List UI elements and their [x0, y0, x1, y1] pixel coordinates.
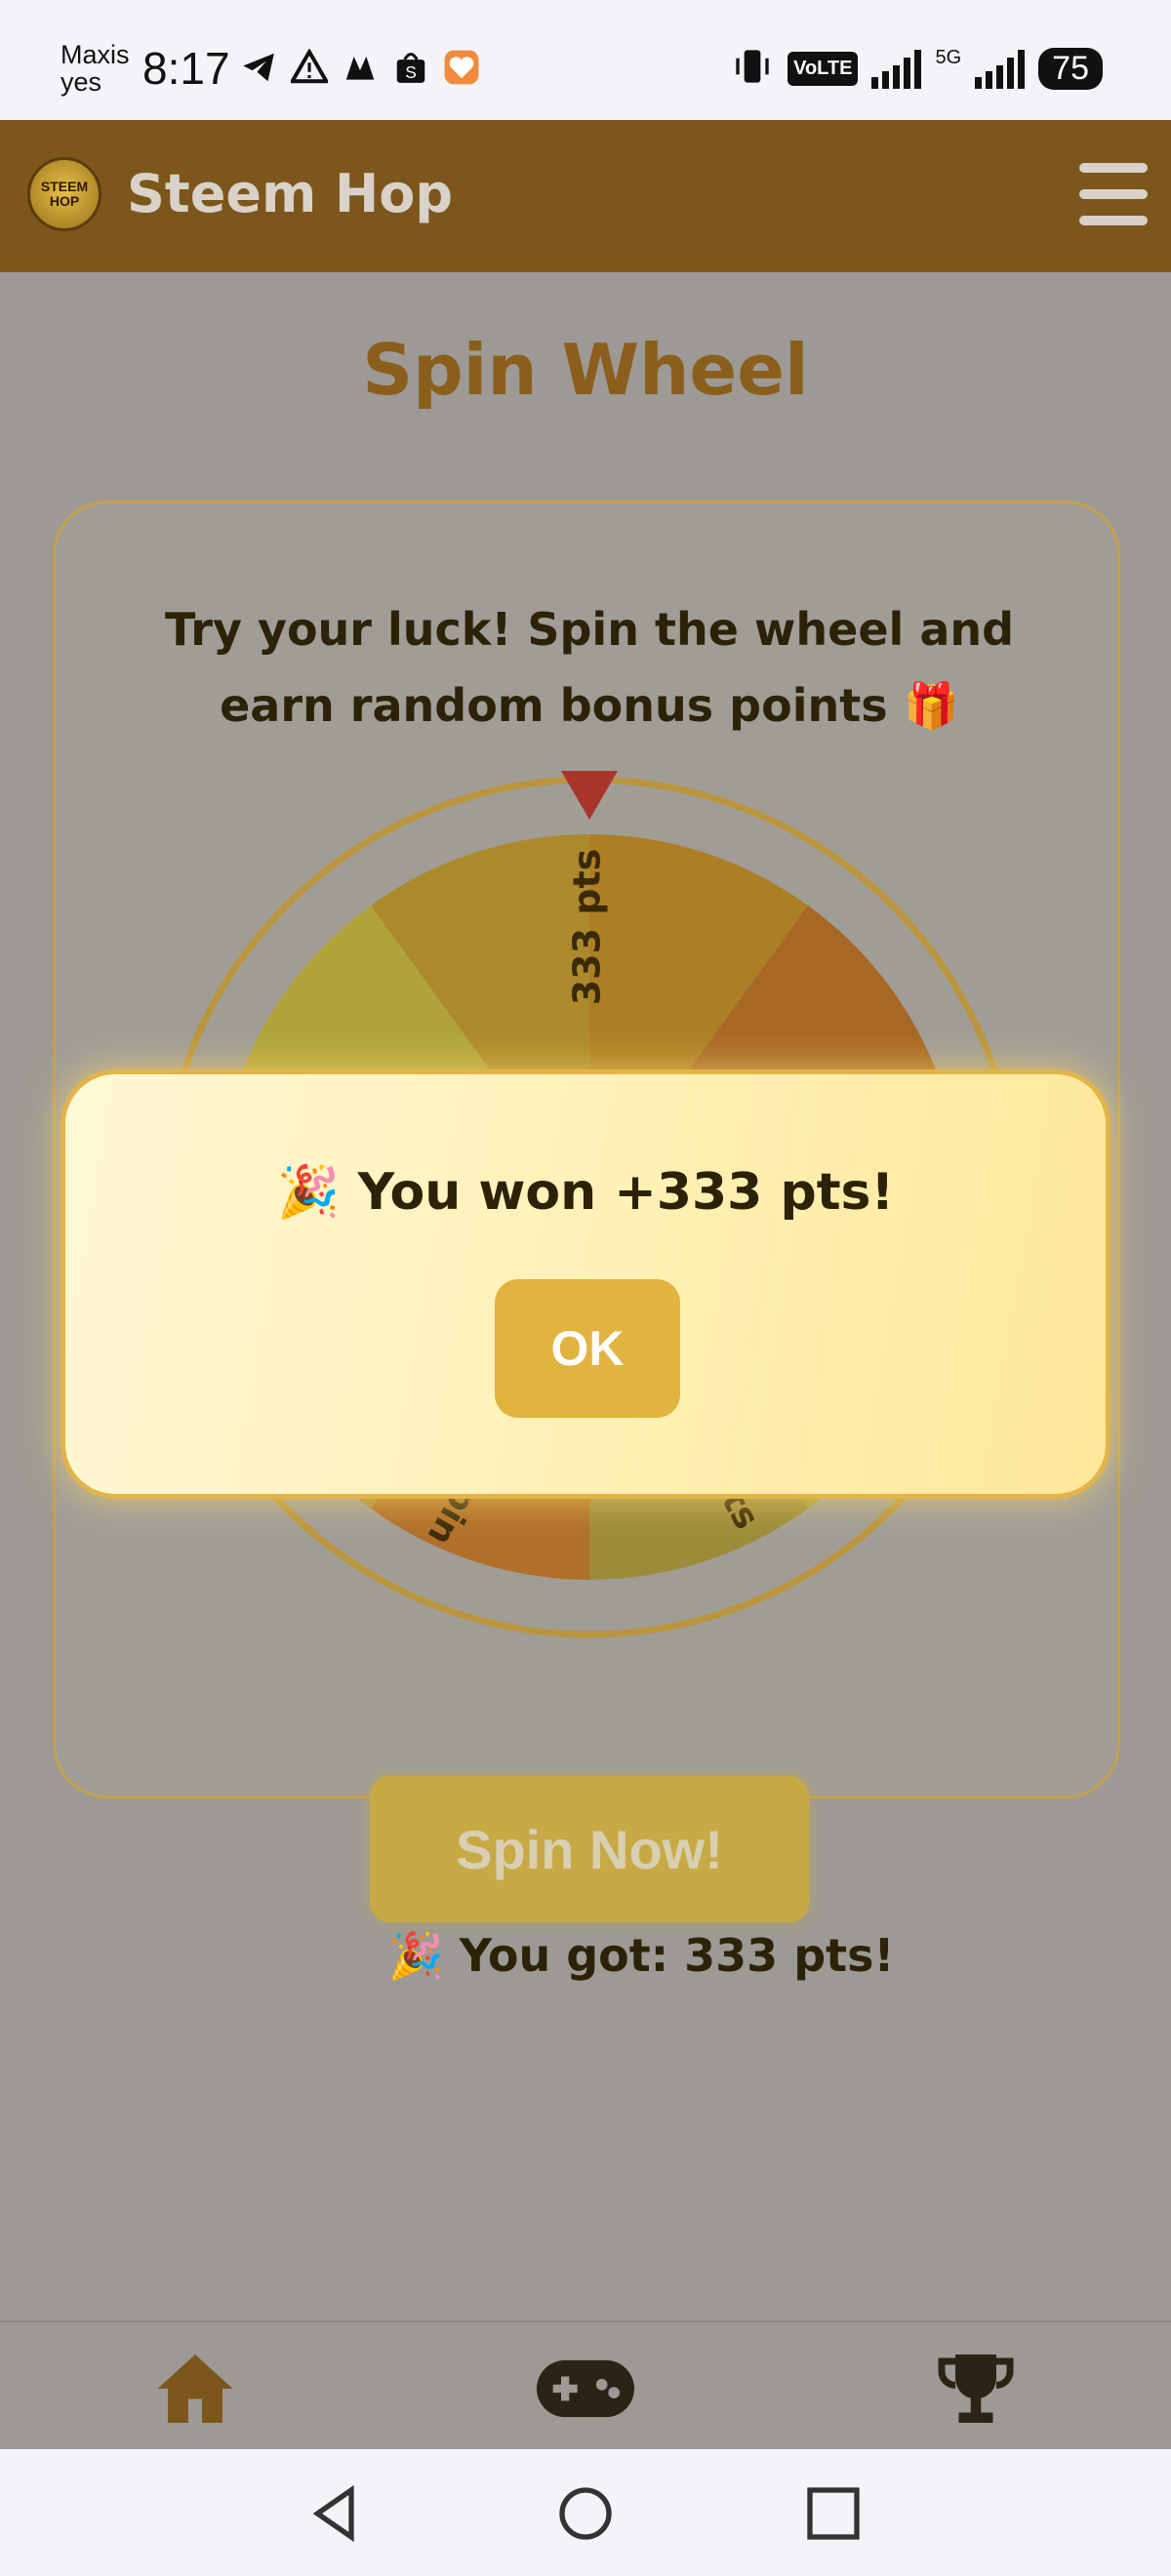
- carrier-line-2: yes: [61, 67, 102, 97]
- carrier-name: Maxis yes: [61, 41, 130, 96]
- trophy-icon[interactable]: [927, 2348, 1025, 2430]
- home-circle-icon[interactable]: [554, 2482, 617, 2545]
- battery-indicator: 75: [1038, 48, 1103, 90]
- network-type: 5G: [935, 47, 962, 68]
- notification-icons: S: [240, 48, 480, 86]
- svg-text:S: S: [405, 62, 417, 82]
- volte-badge: VoLTE: [787, 52, 859, 86]
- ok-button[interactable]: OK: [495, 1279, 680, 1418]
- wheel-pointer: [561, 771, 618, 820]
- card-description: Try your luck! Spin the wheel and earn r…: [164, 603, 1015, 732]
- system-status-icons: VoLTE 5G 75: [731, 47, 1103, 91]
- vibrate-icon: [731, 47, 774, 91]
- hamburger-menu-icon[interactable]: [1079, 163, 1148, 225]
- win-modal: 🎉 You won +333 pts! OK: [61, 1069, 1110, 1499]
- page-title: Spin Wheel: [362, 329, 809, 411]
- telegram-icon: [240, 49, 277, 86]
- app-icon: [342, 49, 379, 86]
- recents-square-icon[interactable]: [802, 2482, 865, 2545]
- app-logo[interactable]: STEEM HOP: [27, 157, 101, 231]
- wheel-label-top: 333 pts: [566, 849, 609, 1006]
- bottom-navigation: [0, 2320, 1171, 2449]
- spin-result-text: 🎉 You got: 333 pts!: [387, 1929, 895, 1982]
- app-header: STEEM HOP Steem Hop: [0, 120, 1171, 272]
- signal-icon: [871, 49, 922, 89]
- back-icon[interactable]: [304, 2482, 367, 2545]
- home-icon[interactable]: [146, 2348, 244, 2430]
- win-message: 🎉 You won +333 pts!: [276, 1163, 895, 1222]
- status-bar: Maxis yes 8:17 S VoLTE 5G 75: [0, 0, 1171, 120]
- shopee-icon: S: [392, 49, 429, 86]
- gamepad-icon[interactable]: [537, 2348, 634, 2430]
- signal-5g-icon: [975, 49, 1026, 89]
- heart-app-icon: [443, 49, 480, 86]
- app-title: Steem Hop: [127, 163, 453, 224]
- carrier-line-1: Maxis: [61, 40, 130, 69]
- spin-now-button[interactable]: Spin Now!: [370, 1776, 809, 1922]
- warning-icon: [289, 48, 330, 86]
- system-navigation-bar: [0, 2449, 1171, 2576]
- clock: 8:17: [142, 43, 230, 94]
